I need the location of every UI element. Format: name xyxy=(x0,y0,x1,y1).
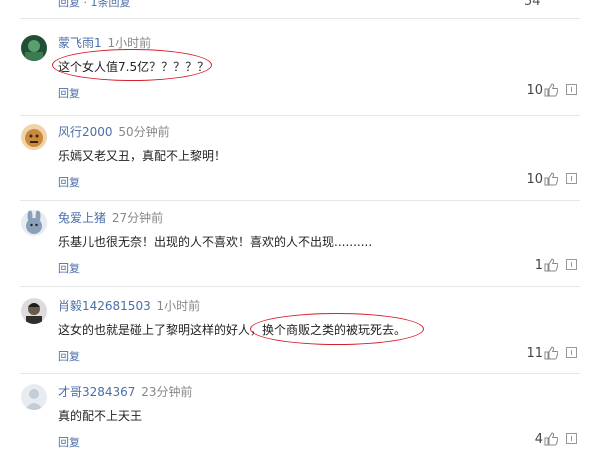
more-box-icon[interactable] xyxy=(566,173,577,184)
user-avatar-icon xyxy=(21,298,47,324)
avatar[interactable] xyxy=(21,124,47,150)
comment-item: 兔爱上猪 27分钟前 乐基儿也很无奈！出现的人不喜欢！喜欢的人不出现......… xyxy=(0,207,600,289)
timestamp: 50分钟前 xyxy=(118,125,170,139)
comment-item: 蒙飞雨1 1小时前 这个女人值7.5亿？？？？？ 回复 10 xyxy=(0,32,600,114)
reply-button[interactable]: 回复 xyxy=(58,85,80,101)
comment-meta: 兔爱上猪 27分钟前 xyxy=(58,209,163,226)
divider xyxy=(20,18,580,19)
comment-item: 风行2000 50分钟前 乐嫣又老又丑，真配不上黎明！ 回复 10 xyxy=(0,121,600,203)
user-avatar-icon xyxy=(21,35,47,61)
like-count: 10 xyxy=(526,172,543,187)
user-avatar-icon xyxy=(21,384,47,410)
user-avatar-icon xyxy=(21,124,47,150)
user-avatar-icon xyxy=(21,210,47,236)
comment-meta: 风行2000 50分钟前 xyxy=(58,123,170,140)
like-count: 1 xyxy=(534,258,543,273)
comment-meta: 肖毅142681503 1小时前 xyxy=(58,297,200,314)
comment-text: 乐嫣又老又丑，真配不上黎明！ xyxy=(58,149,227,163)
more-box-icon[interactable] xyxy=(566,84,577,95)
username[interactable]: 兔爱上猪 xyxy=(58,211,106,225)
avatar[interactable] xyxy=(21,35,47,61)
timestamp: 1小时前 xyxy=(156,299,201,313)
username[interactable]: 蒙飞雨1 xyxy=(58,36,102,50)
reply-button[interactable]: 回复 · 1条回复 xyxy=(58,0,131,10)
comment-text: 这女的也就是碰上了黎明这样的好人，换个商贩之类的被玩死去。 xyxy=(58,323,407,337)
avatar[interactable] xyxy=(21,298,47,324)
username[interactable]: 风行2000 xyxy=(58,125,113,139)
divider xyxy=(20,115,580,116)
thumbs-up-icon[interactable] xyxy=(544,346,558,360)
username[interactable]: 才哥3284367 xyxy=(58,385,135,399)
comment-text: 这个女人值7.5亿？？？？？ xyxy=(58,60,210,74)
more-box-icon[interactable] xyxy=(566,259,577,270)
avatar[interactable] xyxy=(21,210,47,236)
more-box-icon[interactable] xyxy=(566,347,577,358)
like-count: 10 xyxy=(526,83,543,98)
reply-button[interactable]: 回复 xyxy=(58,434,80,450)
comment-text: 真的配不上天王 xyxy=(58,409,143,423)
like-count: 11 xyxy=(526,346,543,361)
reply-button[interactable]: 回复 xyxy=(58,174,80,190)
thumbs-up-icon[interactable] xyxy=(544,172,558,186)
thumbs-up-icon[interactable] xyxy=(544,83,558,97)
thumbs-up-icon[interactable] xyxy=(544,432,558,446)
reply-button[interactable]: 回复 xyxy=(58,348,80,364)
timestamp: 27分钟前 xyxy=(111,211,164,225)
comment-text: 乐基儿也很无奈！出现的人不喜欢！喜欢的人不出现.......... xyxy=(58,235,373,249)
comment-item: 肖毅142681503 1小时前 这女的也就是碰上了黎明这样的好人，换个商贩之类… xyxy=(0,295,600,377)
timestamp: 23分钟前 xyxy=(141,385,193,399)
comment-meta: 才哥3284367 23分钟前 xyxy=(58,383,193,400)
timestamp: 1小时前 xyxy=(107,36,152,50)
divider xyxy=(20,373,580,374)
avatar[interactable] xyxy=(21,384,47,410)
divider xyxy=(20,286,580,287)
thumbs-up-icon[interactable] xyxy=(544,258,558,272)
reply-button[interactable]: 回复 xyxy=(58,260,80,276)
comment-meta: 蒙飞雨1 1小时前 xyxy=(58,34,151,51)
like-count: 4 xyxy=(534,432,543,447)
more-box-icon[interactable] xyxy=(566,433,577,444)
previous-comment-footer: 回复 · 1条回复 54 xyxy=(0,0,600,14)
like-count: 54 xyxy=(524,0,541,9)
username[interactable]: 肖毅142681503 xyxy=(58,299,151,313)
divider xyxy=(20,200,580,201)
